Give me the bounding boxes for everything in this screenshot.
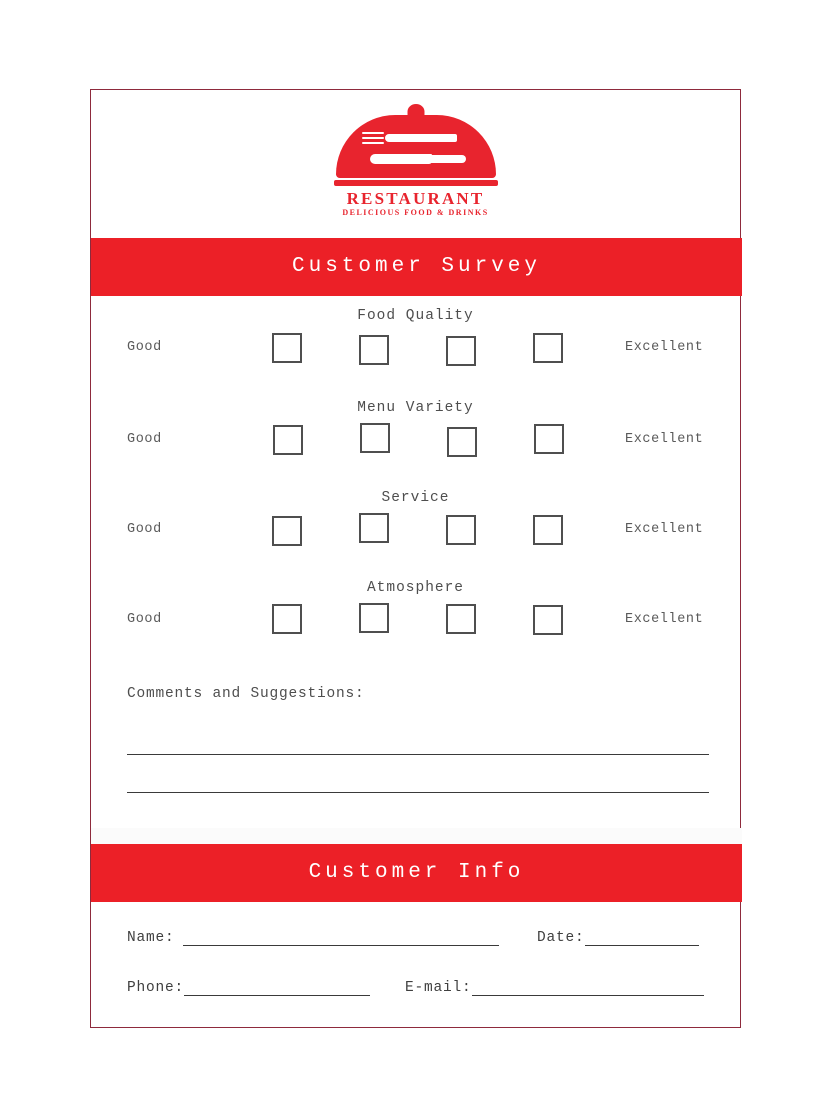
comments-write-line-2[interactable] [127, 792, 709, 793]
dome-body-icon [335, 115, 496, 178]
rating-block-atmosphere: Atmosphere Good Excellent [91, 568, 740, 658]
rating-checkbox-3[interactable] [446, 604, 476, 634]
phone-input-line[interactable] [184, 982, 371, 996]
cloche-dome-icon [333, 104, 498, 188]
rating-checkbox-2[interactable] [360, 423, 390, 453]
logo-subtitle: DELICIOUS FOOD & DRINKS [342, 207, 489, 217]
rating-high-label: Excellent [625, 522, 704, 537]
logo-title: RESTAURANT [346, 189, 485, 208]
customer-info-banner: Customer Info [91, 844, 742, 902]
date-label: Date: [537, 930, 585, 946]
fork-tine [361, 132, 384, 134]
ratings-section: Food Quality Good Excellent Menu Variety… [91, 296, 740, 658]
rating-block-food-quality: Food Quality Good Excellent [91, 296, 740, 388]
rating-title: Service [381, 490, 450, 506]
rating-checkbox-3[interactable] [446, 515, 476, 545]
rating-checkbox-4[interactable] [533, 605, 563, 635]
rating-row: Good Excellent [91, 506, 740, 558]
name-label: Name: [127, 930, 175, 946]
knife-icon [369, 152, 466, 165]
knife-handle-icon [421, 155, 466, 163]
rating-checkbox-2[interactable] [359, 603, 389, 633]
rating-high-label: Excellent [625, 612, 704, 627]
rating-checkbox-1[interactable] [272, 333, 302, 363]
rating-checkbox-4[interactable] [533, 333, 563, 363]
rating-checkbox-3[interactable] [446, 336, 476, 366]
dome-base-icon [333, 180, 498, 186]
rating-high-label: Excellent [625, 432, 704, 447]
logo: RESTAURANT DELICIOUS FOOD & DRINKS [332, 104, 500, 217]
email-label: E-mail: [405, 980, 472, 996]
date-input-line[interactable] [584, 932, 699, 946]
rating-checkbox-1[interactable] [273, 425, 303, 455]
rating-row: Good Excellent [91, 416, 740, 468]
phone-label: Phone: [127, 980, 185, 996]
rating-row: Good Excellent [91, 324, 740, 376]
rating-row: Good Excellent [91, 596, 740, 648]
date-field[interactable]: Date: [537, 930, 699, 946]
rating-title: Atmosphere [366, 580, 464, 596]
restaurant-logo-area: RESTAURANT DELICIOUS FOOD & DRINKS [91, 90, 740, 238]
phone-field[interactable]: Phone: [127, 980, 371, 996]
rating-checkbox-1[interactable] [272, 516, 302, 546]
rating-low-label: Good [127, 612, 162, 627]
rating-checkbox-2[interactable] [359, 335, 389, 365]
rating-checkbox-4[interactable] [534, 424, 564, 454]
rating-title: Food Quality [357, 308, 474, 324]
fork-icon [361, 132, 457, 144]
rating-low-label: Good [127, 340, 162, 355]
customer-survey-banner: Customer Survey [91, 238, 742, 296]
email-input-line[interactable] [471, 982, 704, 996]
rating-title: Menu Variety [357, 400, 474, 416]
rating-checkbox-1[interactable] [272, 604, 302, 634]
rating-low-label: Good [127, 522, 162, 537]
name-input-line[interactable] [182, 932, 499, 946]
fork-handle-icon [384, 134, 457, 142]
section-divider-strip [91, 828, 742, 844]
name-field[interactable]: Name: [127, 930, 499, 946]
rating-block-service: Service Good Excellent [91, 478, 740, 568]
rating-block-menu-variety: Menu Variety Good Excellent [91, 388, 740, 478]
rating-low-label: Good [127, 432, 162, 447]
rating-checkbox-3[interactable] [447, 427, 477, 457]
rating-high-label: Excellent [625, 340, 704, 355]
survey-form-page: RESTAURANT DELICIOUS FOOD & DRINKS Custo… [90, 89, 742, 1028]
comments-write-line-1[interactable] [127, 754, 709, 755]
rating-checkbox-2[interactable] [359, 513, 389, 543]
email-field[interactable]: E-mail: [405, 980, 704, 996]
rating-checkbox-4[interactable] [533, 515, 563, 545]
fork-tine [361, 142, 384, 144]
comments-label: Comments and Suggestions: [127, 686, 365, 702]
fork-tine [361, 137, 384, 139]
